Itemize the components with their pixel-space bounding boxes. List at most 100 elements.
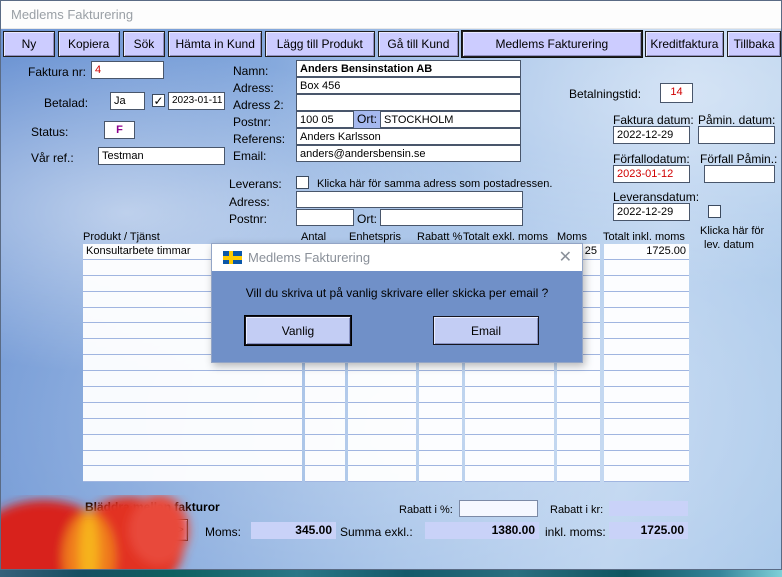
app-window: Medlems Fakturering Ny Kopiera Sök Hämta… (0, 0, 782, 570)
cell-moms-9[interactable] (557, 387, 600, 403)
cell-enhetspris-12[interactable] (348, 435, 416, 451)
adress2-field[interactable] (296, 94, 521, 111)
header-totalt-exkl-moms: Totalt exkl. moms (463, 231, 548, 243)
toolbar-button-hamta-in-kund[interactable]: Hämta in Kund (168, 31, 262, 57)
cell-exkl-10[interactable] (465, 403, 554, 419)
cell-moms-10[interactable] (557, 403, 600, 419)
cell-enhetspris-10[interactable] (348, 403, 416, 419)
toolbar-button-sok[interactable]: Sök (123, 31, 166, 57)
forfall-pamin-field[interactable] (704, 165, 775, 183)
betalad-date-field[interactable]: 2023-01-11 (168, 92, 225, 110)
cell-inkl-8[interactable] (604, 371, 689, 387)
cell-antal-13[interactable] (305, 451, 345, 467)
email-button[interactable]: Email (433, 316, 539, 345)
cell-exkl-9[interactable] (465, 387, 554, 403)
cell-inkl-11[interactable] (604, 419, 689, 435)
lev-datum-checkbox[interactable] (708, 205, 721, 218)
cell-moms-12[interactable] (557, 435, 600, 451)
toolbar-button-ny[interactable]: Ny (3, 31, 55, 57)
cell-inkl-0[interactable]: 1725.00 (604, 244, 689, 260)
faktura-datum-field[interactable]: 2022-12-29 (613, 126, 690, 144)
cell-antal-8[interactable] (305, 371, 345, 387)
leverans-same-address-checkbox[interactable] (296, 176, 309, 189)
var-ref-field[interactable]: Testman (98, 147, 225, 165)
postnr-label: Postnr: (233, 115, 271, 129)
close-icon[interactable]: ✕ (559, 247, 572, 267)
betalad-value-field[interactable]: Ja (110, 92, 145, 110)
forfallodatum-field[interactable]: 2023-01-12 (613, 165, 690, 183)
referens-field[interactable]: Anders Karlsson (296, 128, 521, 145)
rabatt-kr-field[interactable] (609, 501, 688, 516)
cell-inkl-5[interactable] (604, 323, 689, 339)
cell-enhetspris-8[interactable] (348, 371, 416, 387)
cell-rabatt-14[interactable] (419, 466, 462, 482)
cell-rabatt-11[interactable] (419, 419, 462, 435)
cell-inkl-1[interactable] (604, 260, 689, 276)
cell-exkl-12[interactable] (465, 435, 554, 451)
cell-produkt-11[interactable] (83, 419, 302, 435)
cell-antal-11[interactable] (305, 419, 345, 435)
status-field[interactable]: F (104, 121, 135, 139)
cell-antal-10[interactable] (305, 403, 345, 419)
leverans-ort-field[interactable] (380, 209, 523, 226)
pamin-datum-field[interactable] (698, 126, 775, 144)
vanlig-button[interactable]: Vanlig (245, 316, 351, 345)
cell-produkt-13[interactable] (83, 451, 302, 467)
cell-produkt-14[interactable] (83, 466, 302, 482)
cell-antal-9[interactable] (305, 387, 345, 403)
cell-inkl-4[interactable] (604, 308, 689, 324)
cell-rabatt-10[interactable] (419, 403, 462, 419)
toolbar-button-medlems-fakturering[interactable]: Medlems Fakturering (462, 31, 641, 57)
cell-moms-11[interactable] (557, 419, 600, 435)
toolbar-button-kopiera[interactable]: Kopiera (58, 31, 120, 57)
namn-field[interactable]: Anders Bensinstation AB (296, 60, 521, 77)
cell-produkt-12[interactable] (83, 435, 302, 451)
toolbar-button-tillbaka[interactable]: Tillbaka (727, 31, 781, 57)
cell-moms-8[interactable] (557, 371, 600, 387)
cell-inkl-10[interactable] (604, 403, 689, 419)
cell-produkt-9[interactable] (83, 387, 302, 403)
rabatt-procent-field[interactable] (459, 500, 538, 517)
cell-rabatt-13[interactable] (419, 451, 462, 467)
leverans-postnr-field[interactable] (296, 209, 354, 226)
ort-field[interactable]: STOCKHOLM (380, 111, 521, 128)
cell-rabatt-8[interactable] (419, 371, 462, 387)
cell-enhetspris-9[interactable] (348, 387, 416, 403)
betalad-checkbox[interactable]: ✓ (152, 94, 165, 107)
cell-inkl-12[interactable] (604, 435, 689, 451)
cell-produkt-10[interactable] (83, 403, 302, 419)
betalad-label: Betalad: (44, 96, 88, 110)
cell-moms-14[interactable] (557, 466, 600, 482)
cell-inkl-6[interactable] (604, 339, 689, 355)
cell-enhetspris-13[interactable] (348, 451, 416, 467)
postnr-field[interactable]: 100 05 (296, 111, 354, 128)
toolbar-button-lagg-till-produkt[interactable]: Lägg till Produkt (265, 31, 375, 57)
cell-rabatt-12[interactable] (419, 435, 462, 451)
toolbar-button-ga-till-kund[interactable]: Gå till Kund (378, 31, 460, 57)
cell-enhetspris-14[interactable] (348, 466, 416, 482)
cell-produkt-8[interactable] (83, 371, 302, 387)
cell-enhetspris-11[interactable] (348, 419, 416, 435)
lev-datum-note-line2: lev. datum (704, 239, 754, 251)
cell-moms-13[interactable] (557, 451, 600, 467)
cell-exkl-11[interactable] (465, 419, 554, 435)
cell-exkl-14[interactable] (465, 466, 554, 482)
cell-antal-12[interactable] (305, 435, 345, 451)
cell-antal-14[interactable] (305, 466, 345, 482)
email-field[interactable]: anders@andersbensin.se (296, 145, 521, 162)
cell-inkl-14[interactable] (604, 466, 689, 482)
cell-inkl-13[interactable] (604, 451, 689, 467)
cell-inkl-7[interactable] (604, 355, 689, 371)
cell-exkl-13[interactable] (465, 451, 554, 467)
cell-inkl-2[interactable] (604, 276, 689, 292)
cell-rabatt-9[interactable] (419, 387, 462, 403)
leveransdatum-field[interactable]: 2022-12-29 (613, 203, 690, 221)
faktura-nr-field[interactable]: 4 (91, 61, 164, 79)
cell-exkl-8[interactable] (465, 371, 554, 387)
adress-field[interactable]: Box 456 (296, 77, 521, 94)
cell-inkl-9[interactable] (604, 387, 689, 403)
betalningstid-field[interactable]: 14 (660, 83, 693, 103)
toolbar-button-kreditfaktura[interactable]: Kreditfaktura (645, 31, 725, 57)
cell-inkl-3[interactable] (604, 292, 689, 308)
leverans-adress-field[interactable] (296, 191, 523, 208)
